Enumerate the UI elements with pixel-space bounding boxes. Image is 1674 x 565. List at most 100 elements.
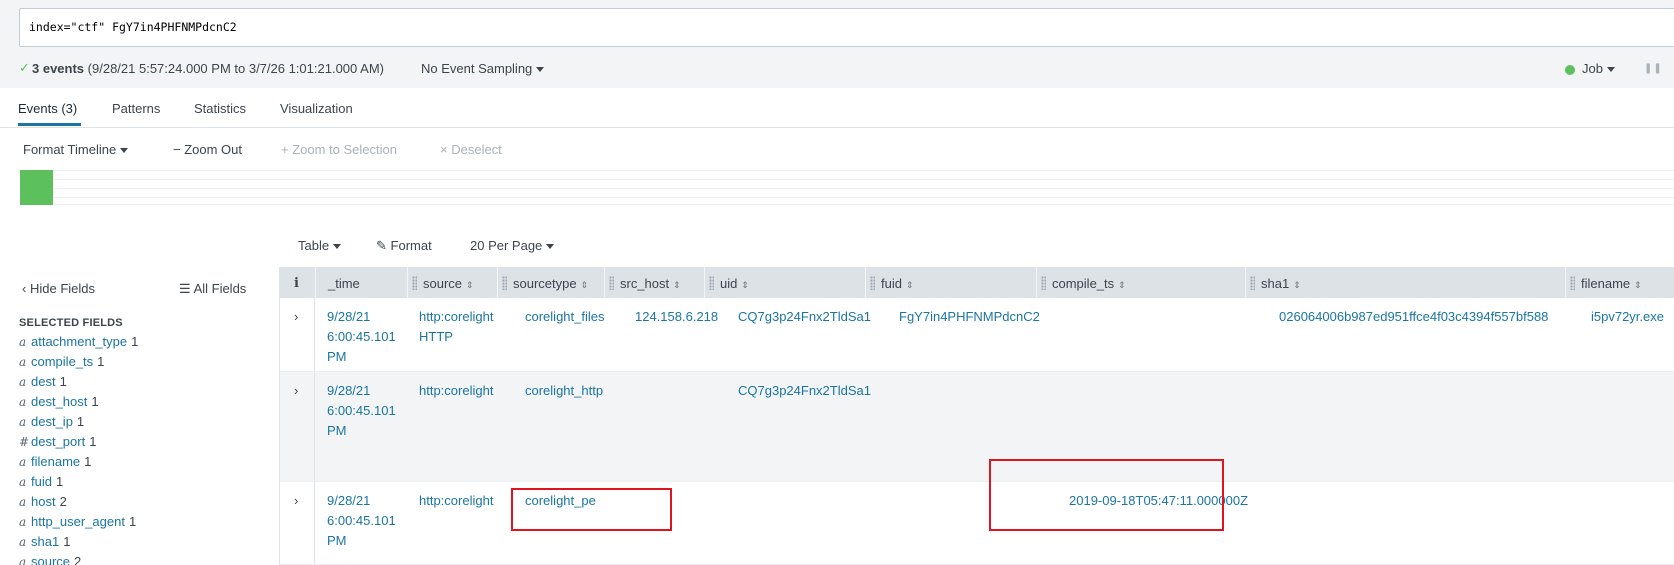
expand-row-icon[interactable]: ›	[294, 491, 298, 511]
drag-handle-icon[interactable]	[709, 276, 714, 290]
zoom-out-button[interactable]: − Zoom Out	[173, 142, 242, 157]
job-label: Job	[1582, 61, 1603, 76]
event-sampling-dropdown[interactable]: No Event Sampling	[421, 61, 545, 76]
sort-icon[interactable]: ⇕	[741, 280, 749, 290]
pause-icon[interactable]: ❚❚	[1644, 63, 1663, 74]
column-header-filename[interactable]: filename ⇕	[1565, 267, 1674, 298]
drag-handle-icon[interactable]	[870, 276, 875, 290]
column-header-source[interactable]: source ⇕	[407, 267, 497, 298]
time-range: (9/28/21 5:57:24.000 PM to 3/7/26 1:01:2…	[87, 61, 384, 76]
field-count: 2	[59, 494, 67, 509]
field-item-dest-ip[interactable]: a dest_ip 1	[19, 412, 138, 432]
column-header-uid[interactable]: uid ⇕	[704, 267, 865, 298]
field-name[interactable]: http_user_agent	[31, 514, 125, 529]
event-count: 3 events	[32, 61, 85, 76]
field-name[interactable]: fuid	[31, 474, 52, 489]
field-type-icon: a	[19, 455, 27, 469]
expand-row-icon[interactable]: ›	[294, 307, 298, 327]
cell-time[interactable]: 9/28/21 6:00:45.101 PM	[327, 491, 396, 551]
tab-visualization[interactable]: Visualization	[280, 101, 353, 116]
sort-icon[interactable]: ⇕	[673, 280, 681, 290]
column-header-fuid[interactable]: fuid ⇕	[865, 267, 1036, 298]
timeline-bar[interactable]	[20, 170, 53, 205]
field-name[interactable]: source	[31, 554, 70, 565]
table-row[interactable]: › 9/28/21 6:00:45.101 PM http:corelight co…	[280, 372, 1674, 482]
sort-icon[interactable]: ⇕	[1634, 280, 1642, 290]
column-header-compile-ts[interactable]: compile_ts ⇕	[1036, 267, 1245, 298]
field-item-dest-host[interactable]: a dest_host 1	[19, 392, 138, 412]
sort-icon[interactable]: ⇕	[1293, 280, 1301, 290]
field-item-fuid[interactable]: a fuid 1	[19, 472, 138, 492]
table-view-dropdown[interactable]: Table	[298, 238, 342, 253]
drag-handle-icon[interactable]	[1250, 276, 1255, 290]
column-header-label: source	[423, 276, 463, 291]
tab-events[interactable]: Events (3)	[18, 101, 77, 116]
column-header-sourcetype[interactable]: sourcetype ⇕	[497, 267, 604, 298]
cell-fuid[interactable]: FgY7in4PHFNMPdcnC2	[899, 307, 1040, 327]
cell-filename[interactable]: i5pv72yr.exe	[1591, 307, 1664, 327]
hide-fields-label: Hide Fields	[29, 281, 95, 296]
sort-icon[interactable]: ⇕	[906, 280, 914, 290]
all-fields-button[interactable]: ☰ All Fields	[179, 281, 246, 297]
sort-icon[interactable]: ⇕	[466, 280, 474, 290]
sort-icon[interactable]: ⇕	[1118, 280, 1126, 290]
timeline-gridline	[53, 197, 1674, 198]
time-ampm: PM	[327, 423, 347, 438]
field-name[interactable]: host	[31, 494, 56, 509]
zoom-to-selection-button[interactable]: + Zoom to Selection	[281, 142, 397, 157]
table-row[interactable]: › 9/28/21 6:00:45.101 PM http:corelight HTT…	[280, 298, 1674, 372]
field-item-filename[interactable]: a filename 1	[19, 452, 138, 472]
column-header-src-host[interactable]: src_host ⇕	[604, 267, 704, 298]
drag-handle-icon[interactable]	[1041, 276, 1046, 290]
event-timeline[interactable]	[20, 170, 1674, 205]
column-header-label: _time	[328, 276, 360, 291]
format-button[interactable]: ✎ Format	[376, 238, 432, 254]
cell-time[interactable]: 9/28/21 6:00:45.101 PM	[327, 381, 396, 441]
cell-sourcetype[interactable]: corelight_http	[525, 381, 603, 401]
field-item-dest[interactable]: a dest 1	[19, 372, 138, 392]
drag-handle-icon[interactable]	[1570, 276, 1575, 290]
sort-icon[interactable]: ⇕	[581, 280, 589, 290]
field-name[interactable]: dest_port	[31, 434, 85, 449]
field-item-host[interactable]: a host 2	[19, 492, 138, 512]
column-header-sha1[interactable]: sha1 ⇕	[1245, 267, 1565, 298]
field-name[interactable]: dest_host	[31, 394, 87, 409]
field-item-compile-ts[interactable]: a compile_ts 1	[19, 352, 138, 372]
field-item-dest-port[interactable]: # dest_port 1	[19, 432, 138, 452]
job-dropdown[interactable]: Job	[1582, 61, 1615, 76]
cell-uid[interactable]: CQ7g3p24Fnx2TldSa1	[738, 381, 871, 401]
drag-handle-icon[interactable]	[502, 276, 507, 290]
expand-row-icon[interactable]: ›	[294, 381, 298, 401]
cell-source[interactable]: http:corelight	[419, 491, 493, 511]
tab-statistics[interactable]: Statistics	[194, 101, 246, 116]
field-item-attachment-type[interactable]: a attachment_type 1	[19, 332, 138, 352]
hide-fields-button[interactable]: ‹ Hide Fields	[22, 281, 95, 296]
field-name[interactable]: filename	[31, 454, 80, 469]
cell-sourcetype[interactable]: corelight_files	[525, 307, 605, 327]
field-item-source[interactable]: a source 2	[19, 552, 138, 565]
format-timeline-dropdown[interactable]: Format Timeline	[23, 142, 129, 157]
drag-handle-icon[interactable]	[609, 276, 614, 290]
search-input[interactable]: index="ctf" FgY7in4PHFNMPdcnC2	[19, 8, 1674, 47]
cell-source[interactable]: http:corelight	[419, 381, 493, 401]
per-page-dropdown[interactable]: 20 Per Page	[470, 238, 555, 253]
field-name[interactable]: dest	[31, 374, 56, 389]
drag-handle-icon[interactable]	[412, 276, 417, 290]
time-date: 9/28/21	[327, 383, 371, 398]
cell-time[interactable]: 9/28/21 6:00:45.101 PM	[327, 307, 396, 367]
cell-uid[interactable]: CQ7g3p24Fnx2TldSa1	[738, 307, 871, 327]
table-view-label: Table	[298, 238, 330, 253]
column-header-time[interactable]: _time	[315, 267, 407, 298]
field-item-sha1[interactable]: a sha1 1	[19, 532, 138, 552]
field-name[interactable]: attachment_type	[31, 334, 127, 349]
field-name[interactable]: dest_ip	[31, 414, 73, 429]
field-item-http-user-agent[interactable]: a http_user_agent 1	[19, 512, 138, 532]
field-name[interactable]: sha1	[31, 534, 59, 549]
deselect-button[interactable]: × Deselect	[440, 142, 502, 157]
tab-patterns[interactable]: Patterns	[112, 101, 160, 116]
cell-sha1[interactable]: 026064006b987ed951ffce4f03c4394f557bf588	[1279, 307, 1548, 327]
field-name[interactable]: compile_ts	[31, 354, 93, 369]
cell-source[interactable]: http:corelight HTTP	[419, 307, 493, 347]
table-row[interactable]: › 9/28/21 6:00:45.101 PM http:corelight co…	[280, 482, 1674, 565]
cell-src-host[interactable]: 124.158.6.218	[635, 307, 718, 327]
